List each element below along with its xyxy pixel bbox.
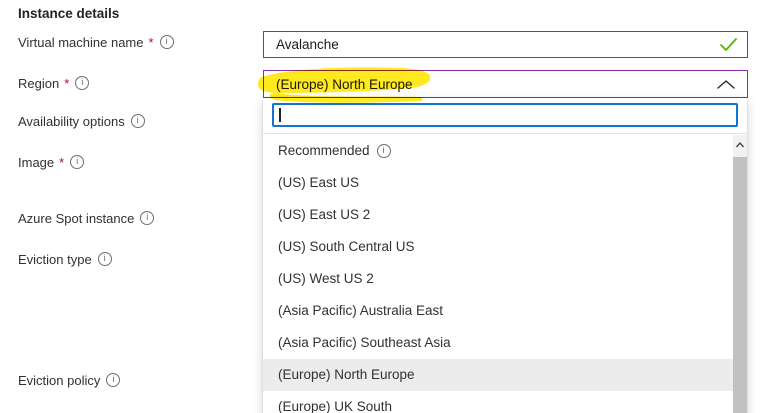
- region-option[interactable]: (Asia Pacific) Southeast Asia: [263, 327, 733, 359]
- label-text: Region: [18, 76, 59, 91]
- info-icon[interactable]: i: [75, 76, 89, 90]
- region-combobox[interactable]: (Europe) North Europe: [263, 70, 748, 98]
- scroll-up-icon: [733, 135, 747, 155]
- region-search-input[interactable]: [272, 103, 738, 127]
- field-label-eviction-type: Eviction type i: [18, 250, 112, 268]
- label-text: Eviction type: [18, 252, 92, 267]
- field-label-azure-spot-instance: Azure Spot instance i: [18, 209, 154, 227]
- region-option[interactable]: (Europe) UK South: [263, 391, 733, 413]
- virtual-machine-name-input[interactable]: [263, 31, 748, 58]
- section-title: Instance details: [18, 6, 119, 21]
- region-selected-value: (Europe) North Europe: [276, 77, 413, 92]
- required-marker: *: [59, 155, 64, 170]
- info-icon[interactable]: i: [131, 114, 145, 128]
- region-option-selected[interactable]: (Europe) North Europe: [263, 359, 733, 391]
- info-icon[interactable]: i: [106, 373, 120, 387]
- info-icon[interactable]: i: [140, 211, 154, 225]
- field-label-eviction-policy: Eviction policy i: [18, 371, 120, 389]
- region-option[interactable]: (US) South Central US: [263, 231, 733, 263]
- chevron-up-icon: [717, 80, 735, 89]
- instance-details-section: Instance details Virtual machine name * i…: [0, 0, 769, 413]
- required-marker: *: [64, 76, 69, 91]
- region-option[interactable]: (US) West US 2: [263, 263, 733, 295]
- info-icon[interactable]: i: [98, 252, 112, 266]
- field-label-availability-options: Availability options i: [18, 112, 145, 130]
- required-marker: *: [149, 35, 154, 50]
- info-icon[interactable]: i: [160, 35, 174, 49]
- label-text: Image: [18, 155, 54, 170]
- dropdown-scrollbar[interactable]: [733, 135, 747, 413]
- field-label-virtual-machine-name: Virtual machine name * i: [18, 33, 174, 51]
- field-label-region: Region * i: [18, 74, 89, 92]
- valid-check-icon: [720, 38, 737, 51]
- label-text: Virtual machine name: [18, 35, 144, 50]
- region-dropdown-panel: Recommended i (US) East US (US) East US …: [263, 98, 747, 413]
- label-text: Availability options: [18, 114, 125, 129]
- divider: [263, 133, 747, 134]
- label-text: Eviction policy: [18, 373, 100, 388]
- region-option[interactable]: (Asia Pacific) Australia East: [263, 295, 733, 327]
- region-option[interactable]: (US) East US 2: [263, 199, 733, 231]
- region-options-list: Recommended i (US) East US (US) East US …: [263, 135, 733, 413]
- scrollbar-thumb[interactable]: [733, 157, 747, 413]
- region-group-header: Recommended i: [263, 135, 733, 167]
- scroll-up-button[interactable]: [733, 135, 747, 155]
- region-option[interactable]: (US) East US: [263, 167, 733, 199]
- text-caret: [279, 108, 281, 122]
- field-label-image: Image * i: [18, 153, 84, 171]
- label-text: Azure Spot instance: [18, 211, 134, 226]
- info-icon[interactable]: i: [377, 144, 391, 158]
- info-icon[interactable]: i: [70, 155, 84, 169]
